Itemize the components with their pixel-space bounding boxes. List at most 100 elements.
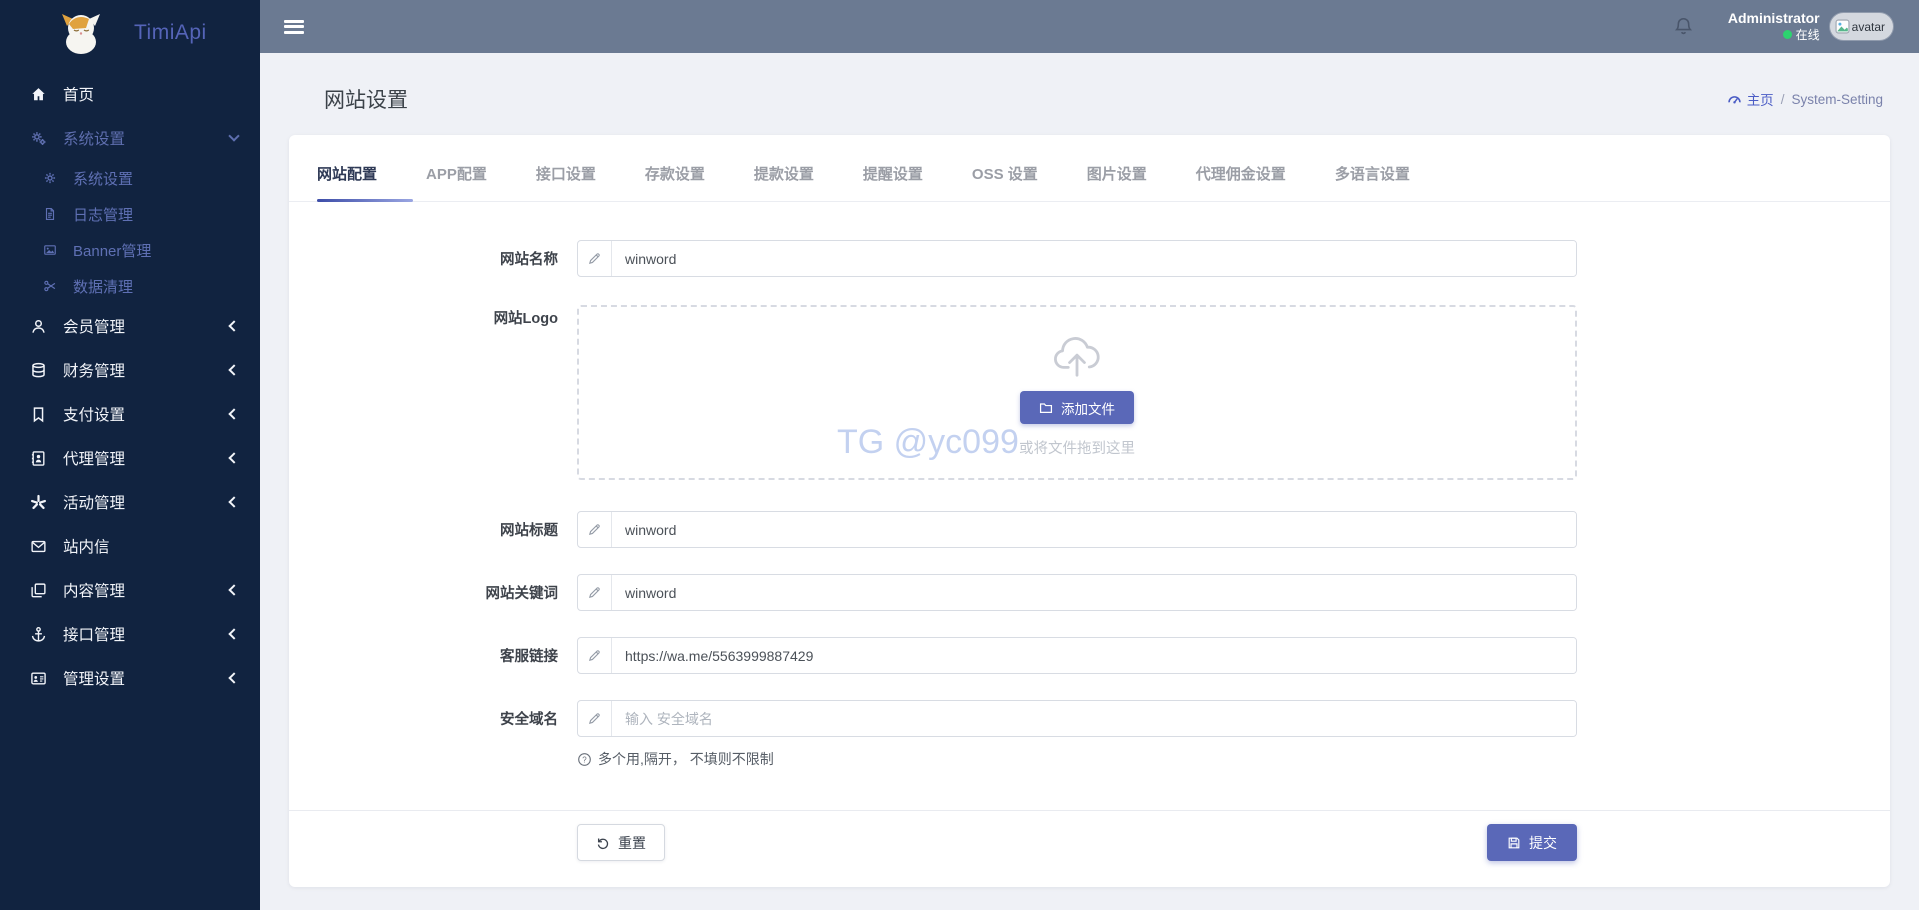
pencil-icon: [578, 241, 612, 276]
topbar: Administrator 在线 avatar: [260, 0, 1919, 53]
chevron-left-icon: [228, 584, 240, 596]
sidebar-item-label: 站内信: [63, 539, 110, 556]
tab-deposit-settings[interactable]: 存款设置: [645, 163, 705, 201]
site-name-input[interactable]: [612, 241, 1576, 276]
tab-oss-settings[interactable]: OSS 设置: [972, 163, 1038, 201]
submit-label: 提交: [1529, 834, 1557, 851]
hamburger-menu-icon[interactable]: [284, 19, 304, 34]
sidebar-item-label: 接口管理: [63, 627, 126, 644]
cog-icon: [40, 171, 60, 185]
sidebar-item-label: 内容管理: [63, 583, 126, 600]
user-icon: [28, 318, 48, 335]
sidebar-item-site-messages[interactable]: 站内信: [0, 524, 260, 568]
image-icon: [40, 243, 60, 257]
online-status-label: 在线: [1795, 27, 1820, 42]
service-link-input[interactable]: [612, 638, 1576, 673]
chevron-left-icon: [228, 408, 240, 420]
sidebar-item-payment-settings[interactable]: 支付设置: [0, 392, 260, 436]
chevron-down-icon: [228, 130, 240, 142]
bookmark-icon: [28, 406, 48, 423]
undo-icon: [596, 836, 610, 850]
scissors-icon: [40, 279, 60, 293]
sidebar-item-label: 日志管理: [73, 206, 134, 224]
sidebar: TimiApi 首页 系统设置 系统设置 日志管理 Banner管理 数据清理 …: [0, 0, 260, 910]
reset-button[interactable]: 重置: [577, 824, 665, 861]
sidebar-subitem-log-management[interactable]: 日志管理: [0, 196, 260, 232]
tab-api-settings[interactable]: 接口设置: [536, 163, 596, 201]
envelope-icon: [28, 538, 48, 555]
site-name-label: 网站名称: [500, 252, 558, 268]
sidebar-item-admin-settings[interactable]: 管理设置: [0, 656, 260, 700]
pencil-icon: [578, 575, 612, 610]
safe-domain-help-text: 多个用,隔开， 不填则不限制: [598, 751, 774, 767]
cat-logo-image: [56, 11, 106, 55]
sidebar-subitem-system-settings[interactable]: 系统设置: [0, 160, 260, 196]
page-title: 网站设置: [324, 89, 408, 112]
cloud-upload-icon: [1049, 333, 1105, 379]
pencil-icon: [578, 701, 612, 736]
content-area: 网站设置 主页 / System-Setting 网站配置 APP配置 接口设置…: [260, 53, 1919, 910]
logo[interactable]: TimiApi: [0, 0, 260, 66]
sidebar-item-label: 代理管理: [63, 451, 126, 468]
avatar[interactable]: avatar: [1829, 13, 1893, 40]
chevron-left-icon: [228, 364, 240, 376]
settings-card: 网站配置 APP配置 接口设置 存款设置 提款设置 提醒设置 OSS 设置 图片…: [289, 135, 1890, 887]
chevron-left-icon: [228, 628, 240, 640]
sidebar-item-label: 财务管理: [63, 363, 126, 380]
dashboard-icon: [1727, 92, 1742, 107]
pencil-icon: [578, 512, 612, 547]
tab-app-config[interactable]: APP配置: [426, 163, 487, 201]
safe-domain-input[interactable]: [612, 701, 1576, 736]
sidebar-item-agents[interactable]: 代理管理: [0, 436, 260, 480]
chevron-left-icon: [228, 496, 240, 508]
app-title: TimiApi: [134, 21, 207, 44]
sidebar-item-label: 管理设置: [63, 671, 126, 688]
logo-upload-dropzone[interactable]: 添加文件 或将文件拖到这里 TG @yc099: [577, 305, 1577, 480]
site-keywords-input[interactable]: [612, 575, 1576, 610]
sidebar-item-system-settings[interactable]: 系统设置: [0, 116, 260, 160]
folder-icon: [1039, 401, 1053, 415]
online-status-dot: [1782, 29, 1792, 39]
site-title-input[interactable]: [612, 512, 1576, 547]
submit-button[interactable]: 提交: [1487, 824, 1577, 861]
add-file-button[interactable]: 添加文件: [1020, 391, 1134, 424]
address-book-icon: [28, 450, 48, 467]
add-file-label: 添加文件: [1061, 401, 1115, 417]
sidebar-item-label: 会员管理: [63, 319, 126, 336]
tab-reminder-settings[interactable]: 提醒设置: [863, 163, 923, 201]
safe-domain-help: ? 多个用,隔开， 不填则不限制: [577, 749, 1890, 769]
notifications-bell-icon[interactable]: [1673, 16, 1694, 37]
address-card-icon: [28, 670, 48, 687]
admin-app: TimiApi 首页 系统设置 系统设置 日志管理 Banner管理 数据清理 …: [0, 0, 1919, 910]
sidebar-subitem-banner-management[interactable]: Banner管理: [0, 232, 260, 268]
sidebar-item-content[interactable]: 内容管理: [0, 568, 260, 612]
sidebar-item-api[interactable]: 接口管理: [0, 612, 260, 656]
sidebar-item-members[interactable]: 会员管理: [0, 304, 260, 348]
chevron-left-icon: [228, 452, 240, 464]
sidebar-item-label: 数据清理: [73, 278, 134, 296]
breadcrumb-current: System-Setting: [1791, 91, 1883, 107]
clone-icon: [28, 582, 48, 599]
sidebar-item-label: 系统设置: [63, 131, 126, 148]
safe-domain-label: 安全域名: [500, 712, 558, 728]
service-link-label: 客服链接: [500, 649, 558, 665]
tab-multilanguage-settings[interactable]: 多语言设置: [1335, 163, 1410, 201]
tab-site-config[interactable]: 网站配置: [317, 163, 414, 202]
cogs-icon: [28, 130, 48, 147]
question-circle-icon: ?: [577, 752, 592, 767]
sidebar-subitem-data-cleanup[interactable]: 数据清理: [0, 268, 260, 304]
chevron-left-icon: [228, 320, 240, 332]
save-icon: [1507, 836, 1521, 850]
tab-agent-commission-settings[interactable]: 代理佣金设置: [1196, 163, 1286, 201]
admin-user-menu[interactable]: Administrator 在线: [1727, 9, 1820, 43]
settings-tabs: 网站配置 APP配置 接口设置 存款设置 提款设置 提醒设置 OSS 设置 图片…: [289, 135, 1890, 202]
sidebar-item-home[interactable]: 首页: [0, 72, 260, 116]
tab-image-settings[interactable]: 图片设置: [1087, 163, 1147, 201]
sidebar-item-label: 支付设置: [63, 407, 126, 424]
tab-withdrawal-settings[interactable]: 提款设置: [754, 163, 814, 201]
pencil-icon: [578, 638, 612, 673]
sidebar-item-finance[interactable]: 财务管理: [0, 348, 260, 392]
admin-name: Administrator: [1727, 9, 1820, 26]
breadcrumb-home-link[interactable]: 主页: [1727, 89, 1774, 109]
sidebar-item-activities[interactable]: 活动管理: [0, 480, 260, 524]
